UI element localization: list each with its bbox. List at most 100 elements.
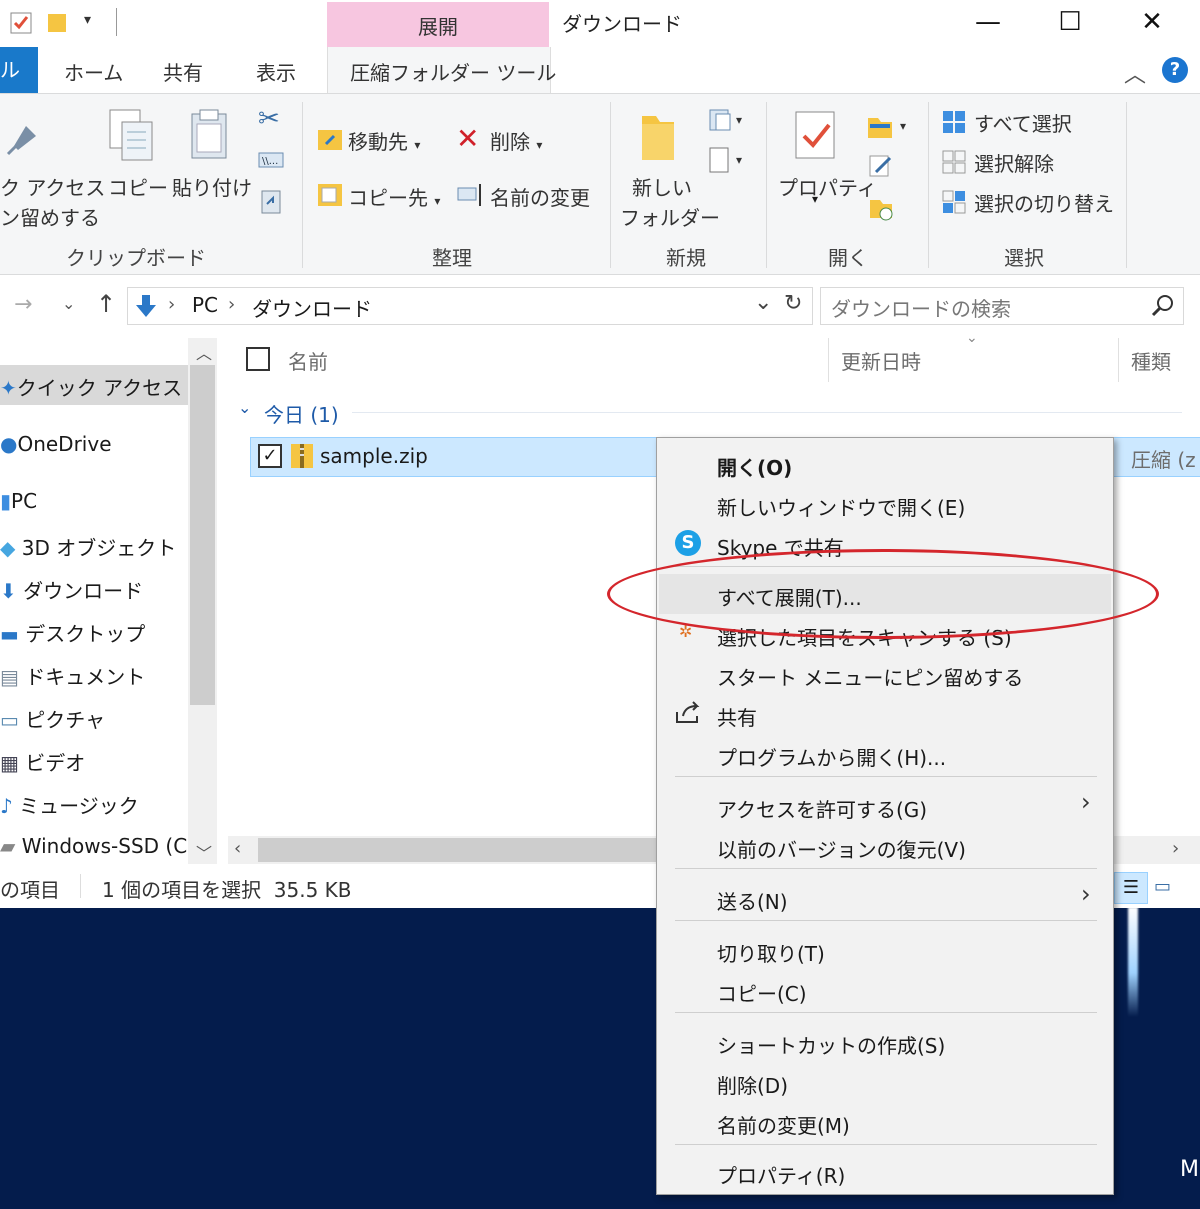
- nav-videos[interactable]: ▦ ビデオ: [0, 747, 85, 776]
- nav-onedrive[interactable]: ●OneDrive: [0, 432, 112, 456]
- paste-icon[interactable]: [188, 108, 232, 162]
- move-to-button[interactable]: 移動先 ▾: [348, 126, 420, 155]
- tab-compressed-folder-tools[interactable]: 圧縮フォルダー ツール: [350, 57, 556, 86]
- group-today-header[interactable]: 今日 (1): [264, 399, 339, 428]
- menu-delete[interactable]: 削除(D): [717, 1070, 788, 1099]
- nav-music[interactable]: ♪ ミュージック: [0, 790, 139, 819]
- qat-dropdown-icon[interactable]: ▾: [84, 12, 91, 28]
- tab-home[interactable]: ホーム: [64, 57, 123, 86]
- pin-quick-access-label[interactable]: ク アクセス: [0, 172, 105, 201]
- minimize-button[interactable]: —: [958, 4, 1018, 40]
- address-dropdown-icon[interactable]: ⌄: [754, 290, 772, 315]
- scroll-right-icon[interactable]: ›: [1172, 838, 1179, 859]
- copy-path-icon[interactable]: \\...: [258, 150, 284, 170]
- new-item-icon[interactable]: ▾: [708, 106, 748, 134]
- collapse-ribbon-icon[interactable]: ︿: [1124, 57, 1146, 89]
- recent-locations-icon[interactable]: ⌄: [62, 294, 75, 313]
- select-all-checkbox[interactable]: [246, 347, 270, 371]
- menu-give-access[interactable]: アクセスを許可する(G): [717, 794, 927, 823]
- menu-open-with[interactable]: プログラムから開く(H)...: [717, 742, 946, 771]
- scroll-down-icon[interactable]: ﹀: [196, 840, 212, 864]
- menu-open[interactable]: 開く(O): [717, 452, 792, 481]
- menu-open-new-window[interactable]: 新しいウィンドウで開く(E): [717, 492, 965, 521]
- large-icons-view-icon[interactable]: ▭: [1154, 876, 1171, 897]
- help-icon[interactable]: ?: [1162, 57, 1188, 83]
- copy-to-button[interactable]: コピー先 ▾: [348, 182, 440, 211]
- properties-icon[interactable]: [794, 108, 838, 162]
- breadcrumb-downloads[interactable]: ダウンロード: [252, 293, 372, 322]
- copy-button[interactable]: コピー: [108, 172, 168, 201]
- menu-rename[interactable]: 名前の変更(M): [717, 1110, 850, 1139]
- open-icon[interactable]: ▾: [866, 112, 914, 140]
- nav-documents[interactable]: ▤ ドキュメント: [0, 661, 145, 690]
- properties-button[interactable]: プロパティ: [778, 172, 877, 201]
- maximize-button[interactable]: ☐: [1040, 4, 1100, 40]
- tab-extract-context[interactable]: 展開: [327, 2, 549, 48]
- nav-desktop[interactable]: ▬ デスクトップ: [0, 618, 145, 647]
- tab-share[interactable]: 共有: [163, 57, 203, 86]
- delete-icon[interactable]: ✕: [456, 122, 479, 155]
- scroll-left-icon[interactable]: ‹: [234, 838, 241, 859]
- nav-pc[interactable]: ▮PC: [0, 489, 37, 513]
- nav-pictures[interactable]: ▭ ピクチャ: [0, 704, 105, 733]
- menu-copy[interactable]: コピー(C): [717, 978, 807, 1007]
- select-none-button[interactable]: 選択解除: [974, 148, 1054, 177]
- easy-access-icon[interactable]: ▾: [708, 146, 748, 174]
- search-icon[interactable]: [1151, 294, 1175, 318]
- paste-shortcut-icon[interactable]: [260, 188, 282, 214]
- menu-share[interactable]: 共有: [717, 702, 757, 731]
- invert-selection-icon[interactable]: [942, 190, 966, 214]
- properties-check-icon[interactable]: [8, 10, 34, 36]
- tab-file[interactable]: ル: [0, 47, 38, 93]
- file-name[interactable]: sample.zip: [320, 444, 428, 468]
- file-checkbox[interactable]: ✓: [258, 444, 282, 468]
- nav-downloads[interactable]: ⬇ ダウンロード: [0, 575, 143, 604]
- group-collapse-icon[interactable]: ⌄: [238, 398, 251, 417]
- details-view-icon[interactable]: ☰: [1114, 872, 1148, 904]
- move-to-icon[interactable]: [316, 124, 346, 152]
- select-all-button[interactable]: すべて選択: [974, 108, 1072, 137]
- nav-3d-objects[interactable]: ◆ 3D オブジェクト: [0, 532, 176, 561]
- menu-send-to[interactable]: 送る(N): [717, 886, 788, 915]
- paste-button[interactable]: 貼り付け: [172, 172, 252, 201]
- menu-create-shortcut[interactable]: ショートカットの作成(S): [717, 1030, 945, 1059]
- menu-cut[interactable]: 切り取り(T): [717, 938, 825, 967]
- menu-restore-versions[interactable]: 以前のバージョンの復元(V): [717, 834, 966, 863]
- forward-arrow-icon[interactable]: →: [14, 292, 32, 317]
- refresh-icon[interactable]: ↻: [784, 291, 802, 316]
- column-header-date[interactable]: 更新日時: [841, 346, 921, 375]
- rename-icon[interactable]: [456, 182, 486, 208]
- pin-icon[interactable]: [4, 116, 40, 156]
- rename-button[interactable]: 名前の変更: [490, 182, 590, 211]
- nav-drive[interactable]: ▰ Windows-SSD (C: [0, 834, 188, 858]
- history-icon[interactable]: [868, 194, 896, 222]
- scroll-up-icon[interactable]: ︿: [196, 340, 212, 364]
- menu-properties[interactable]: プロパティ(R): [717, 1160, 845, 1189]
- search-input[interactable]: ダウンロードの検索: [831, 293, 1011, 322]
- edit-icon[interactable]: [868, 152, 896, 180]
- tab-view[interactable]: 表示: [256, 57, 296, 86]
- new-folder-button[interactable]: 新しい: [632, 172, 692, 201]
- address-bar[interactable]: › PC › ダウンロード ⌄ ↻: [127, 287, 813, 325]
- horizontal-scrollbar-thumb[interactable]: [258, 838, 658, 862]
- copy-icon[interactable]: [108, 108, 154, 162]
- nav-quick-access[interactable]: ✦クイック アクセス: [0, 372, 182, 401]
- column-header-type[interactable]: 種類: [1131, 346, 1171, 375]
- breadcrumb-pc[interactable]: PC: [192, 293, 218, 317]
- select-all-icon[interactable]: [942, 110, 966, 134]
- cut-icon[interactable]: ✂: [258, 104, 280, 134]
- folder-icon[interactable]: [46, 10, 68, 34]
- pin-quick-access-label-2[interactable]: ン留めする: [0, 202, 100, 231]
- select-none-icon[interactable]: [942, 150, 966, 174]
- column-header-name[interactable]: 名前: [288, 346, 328, 375]
- invert-selection-button[interactable]: 選択の切り替え: [974, 188, 1114, 217]
- menu-pin-start[interactable]: スタート メニューにピン留めする: [717, 662, 1023, 691]
- up-arrow-icon[interactable]: ↑: [96, 290, 116, 318]
- properties-dropdown-icon[interactable]: ▾: [812, 192, 818, 206]
- copy-to-icon[interactable]: [316, 180, 346, 208]
- new-folder-button-2[interactable]: フォルダー: [620, 202, 720, 231]
- close-button[interactable]: ✕: [1122, 4, 1182, 40]
- new-folder-icon[interactable]: [638, 110, 678, 162]
- delete-button[interactable]: 削除 ▾: [490, 126, 542, 155]
- search-box[interactable]: ダウンロードの検索: [820, 287, 1184, 325]
